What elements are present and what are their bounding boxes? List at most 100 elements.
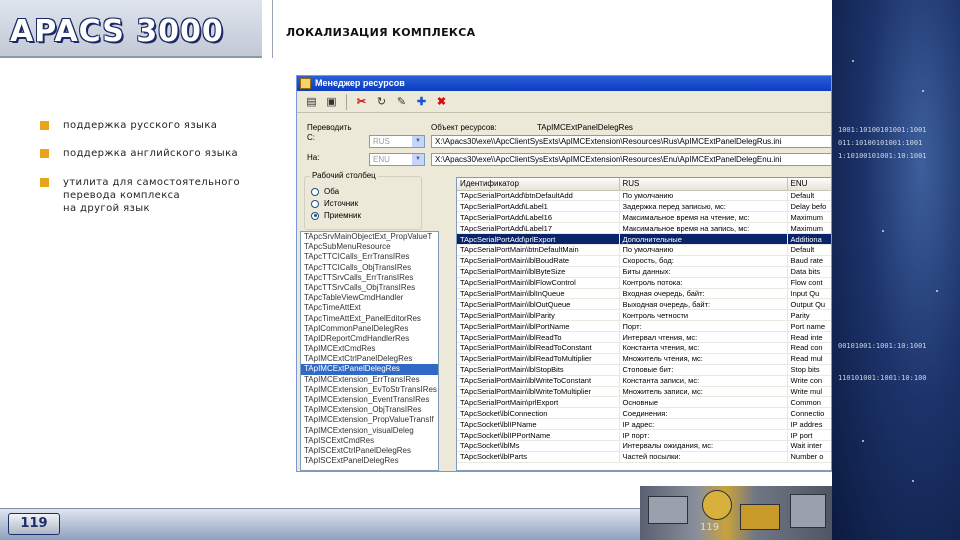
table-row[interactable]: TApcSerialPortMain\lblReadToConstant Конс… (457, 342, 831, 354)
cell-enu[interactable]: Delay befo (787, 200, 831, 213)
table-row[interactable]: TApcSocket\lblMs Интервалы ожидания, мс: W… (457, 440, 831, 452)
cell-identifier[interactable]: TApcSerialPortAdd\Label1 (457, 200, 620, 213)
cell-identifier[interactable]: TApcSerialPortMain\lblFlowControl (457, 277, 620, 289)
cell-rus[interactable]: Константа чтения, мс: (619, 342, 788, 354)
cell-enu[interactable]: Read mul (787, 353, 831, 365)
to-language-select[interactable]: ENU ▼ (369, 153, 425, 166)
cell-rus[interactable]: Частей посылки: (619, 451, 788, 463)
cell-identifier[interactable]: TApcSerialPortMain\lblReadToMultiplier (457, 353, 620, 365)
radio-button[interactable] (311, 187, 319, 196)
cell-rus[interactable]: Задержка перед записью, мс: (619, 200, 788, 213)
cell-enu[interactable]: Stop bits (787, 364, 831, 376)
translation-grid[interactable]: Идентификатор RUS ENU TApcSerialPortAdd\… (456, 177, 831, 471)
list-item[interactable]: TApISCExtPanelDelegRes (301, 456, 438, 466)
cell-enu[interactable]: Maximum (787, 211, 831, 224)
cell-enu[interactable]: IP addres (787, 418, 831, 431)
save-icon[interactable]: ▣ (323, 93, 340, 110)
list-item[interactable]: TApICommonPanelDelegRes (301, 324, 438, 334)
cell-rus[interactable]: По умолчанию (619, 244, 788, 256)
cell-rus[interactable]: Основные (619, 396, 788, 409)
list-item[interactable]: TApIMCExtension_EventTransIRes (301, 395, 438, 405)
cell-enu[interactable]: Number o (787, 451, 831, 463)
cell-enu[interactable]: IP port (787, 429, 831, 441)
cell-rus[interactable]: IP порт: (619, 429, 788, 441)
cell-rus[interactable]: Максимальное время на чтение, мс: (619, 211, 788, 224)
cell-enu[interactable]: Maximum (787, 222, 831, 235)
cell-enu[interactable]: Common (787, 396, 831, 409)
cell-rus[interactable]: Максимальное время на запись, мс: (619, 222, 788, 235)
cell-identifier[interactable]: TApcSocket\lblMs (457, 440, 620, 452)
cell-rus[interactable]: Множитель записи, мс: (619, 386, 788, 398)
cell-identifier[interactable]: TApcSerialPortAdd\prlExport (457, 233, 620, 245)
list-item[interactable]: TApIMCExtPanelDelegRes (301, 364, 438, 375)
column-header-id[interactable]: Идентификатор (457, 178, 620, 191)
from-language-select[interactable]: RUS ▼ (369, 135, 425, 148)
table-row[interactable]: TApcSerialPortMain\lblPortName Порт: Port … (457, 320, 831, 333)
table-row[interactable]: TApcSerialPortAdd\Label1 Задержка перед з… (457, 200, 831, 213)
cell-enu[interactable]: Read inte (787, 331, 831, 343)
cell-enu[interactable]: Port name (787, 320, 831, 333)
table-row[interactable]: TApcSerialPortAdd\prlExport Дополнительны… (457, 233, 831, 245)
radio-button[interactable] (311, 199, 319, 208)
cell-identifier[interactable]: TApcSerialPortMain\lblBoudRate (457, 255, 620, 267)
table-row[interactable]: TApcSerialPortMain\lblWriteToMultiplier М… (457, 386, 831, 398)
radio-button[interactable] (311, 211, 319, 220)
cell-rus[interactable]: Контроль четности (619, 309, 788, 322)
cell-rus[interactable]: Константа записи, мс: (619, 375, 788, 387)
cell-enu[interactable]: Parity (787, 309, 831, 322)
table-row[interactable]: TApcSerialPortMain\lblOutQueue Выходная о… (457, 298, 831, 311)
list-item[interactable]: TApcTTCICalls_ObjTransIRes (301, 263, 438, 273)
table-row[interactable]: TApcSerialPortMain\lblByteSize Биты данны… (457, 266, 831, 278)
list-item[interactable]: TApcTimeAttExt (301, 303, 438, 313)
table-row[interactable]: TApcSerialPortAdd\btnDefaultAdd По умолча… (457, 190, 831, 202)
cell-identifier[interactable]: TApcSerialPortAdd\btnDefaultAdd (457, 190, 620, 202)
cell-identifier[interactable]: TApcSerialPortMain\lblOutQueue (457, 298, 620, 311)
cell-enu[interactable]: Input Qu (787, 288, 831, 300)
cell-rus[interactable]: Интервал чтения, мс: (619, 331, 788, 343)
source-path-field[interactable]: X:\Apacs30\exe\\ApcClientSysExts\ApIMCEx… (431, 135, 831, 148)
cell-rus[interactable]: Выходная очередь, байт: (619, 298, 788, 311)
cell-rus[interactable]: Контроль потока: (619, 277, 788, 289)
cell-rus[interactable]: По умолчанию (619, 190, 788, 202)
list-item[interactable]: TApcSubMenuResource (301, 242, 438, 252)
cell-identifier[interactable]: TApcSerialPortMain\lblStopBits (457, 364, 620, 376)
list-item[interactable]: TApISCExtCtrlPanelDelegRes (301, 446, 438, 456)
table-row[interactable]: TApcSerialPortMain\lblBoudRate Скорость, … (457, 255, 831, 267)
cell-rus[interactable]: Биты данных: (619, 266, 788, 278)
cell-rus[interactable]: IP адрес: (619, 418, 788, 431)
cell-identifier[interactable]: TApcSerialPortMain\lblWriteToMultiplier (457, 386, 620, 398)
cell-identifier[interactable]: TApcSerialPortMain\lblInQueue (457, 288, 620, 300)
chevron-down-icon[interactable]: ▼ (412, 154, 424, 165)
column-header-rus[interactable]: RUS (619, 178, 788, 191)
cell-rus[interactable]: Скорость, бод: (619, 255, 788, 267)
open-icon[interactable]: ▤ (303, 93, 320, 110)
cell-rus[interactable]: Множитель чтения, мс: (619, 353, 788, 365)
table-row[interactable]: TApcSocket\lblParts Частей посылки: Number… (457, 451, 831, 463)
radio-both[interactable]: Оба (311, 187, 339, 196)
cell-enu[interactable]: Read con (787, 342, 831, 354)
cell-identifier[interactable]: TApcSerialPortMain\lblPortName (457, 320, 620, 333)
cell-rus[interactable]: Входная очередь, байт: (619, 288, 788, 300)
cell-rus[interactable]: Соединения: (619, 407, 788, 420)
cell-identifier[interactable]: TApcSocket\lblConnection (457, 407, 620, 420)
cell-identifier[interactable]: TApcSerialPortMain\btnDefaultMain (457, 244, 620, 256)
list-item[interactable]: TApIMCExtCmdRes (301, 344, 438, 354)
list-item[interactable]: TApcTimeAttExt_PanelEditorRes (301, 314, 438, 324)
table-row[interactable]: TApcSerialPortMain\lblReadToMultiplier Мн… (457, 353, 831, 365)
cell-identifier[interactable]: TApcSocket\lblIPPortName (457, 429, 620, 441)
list-item[interactable]: TApIMCExtension_EvToStrTransIRes (301, 385, 438, 395)
table-row[interactable]: TApcSerialPortMain\lblParity Контроль чет… (457, 309, 831, 322)
cell-enu[interactable]: Wait inter (787, 440, 831, 452)
window-titlebar[interactable]: Менеджер ресурсов (297, 76, 831, 91)
chevron-down-icon[interactable]: ▼ (412, 136, 424, 147)
cell-enu[interactable]: Write con (787, 375, 831, 387)
cell-enu[interactable]: Baud rate (787, 255, 831, 267)
cell-rus[interactable]: Стоповые бит: (619, 364, 788, 376)
column-header-enu[interactable]: ENU (787, 178, 831, 191)
list-item[interactable]: TApcTTSrvCalls_ObjTransIRes (301, 283, 438, 293)
cell-enu[interactable]: Flow cont (787, 277, 831, 289)
cell-identifier[interactable]: TApcSocket\lblParts (457, 451, 620, 463)
cell-enu[interactable]: Additiona (787, 233, 831, 245)
cell-enu[interactable]: Default (787, 190, 831, 202)
add-icon[interactable]: ✚ (413, 93, 430, 110)
